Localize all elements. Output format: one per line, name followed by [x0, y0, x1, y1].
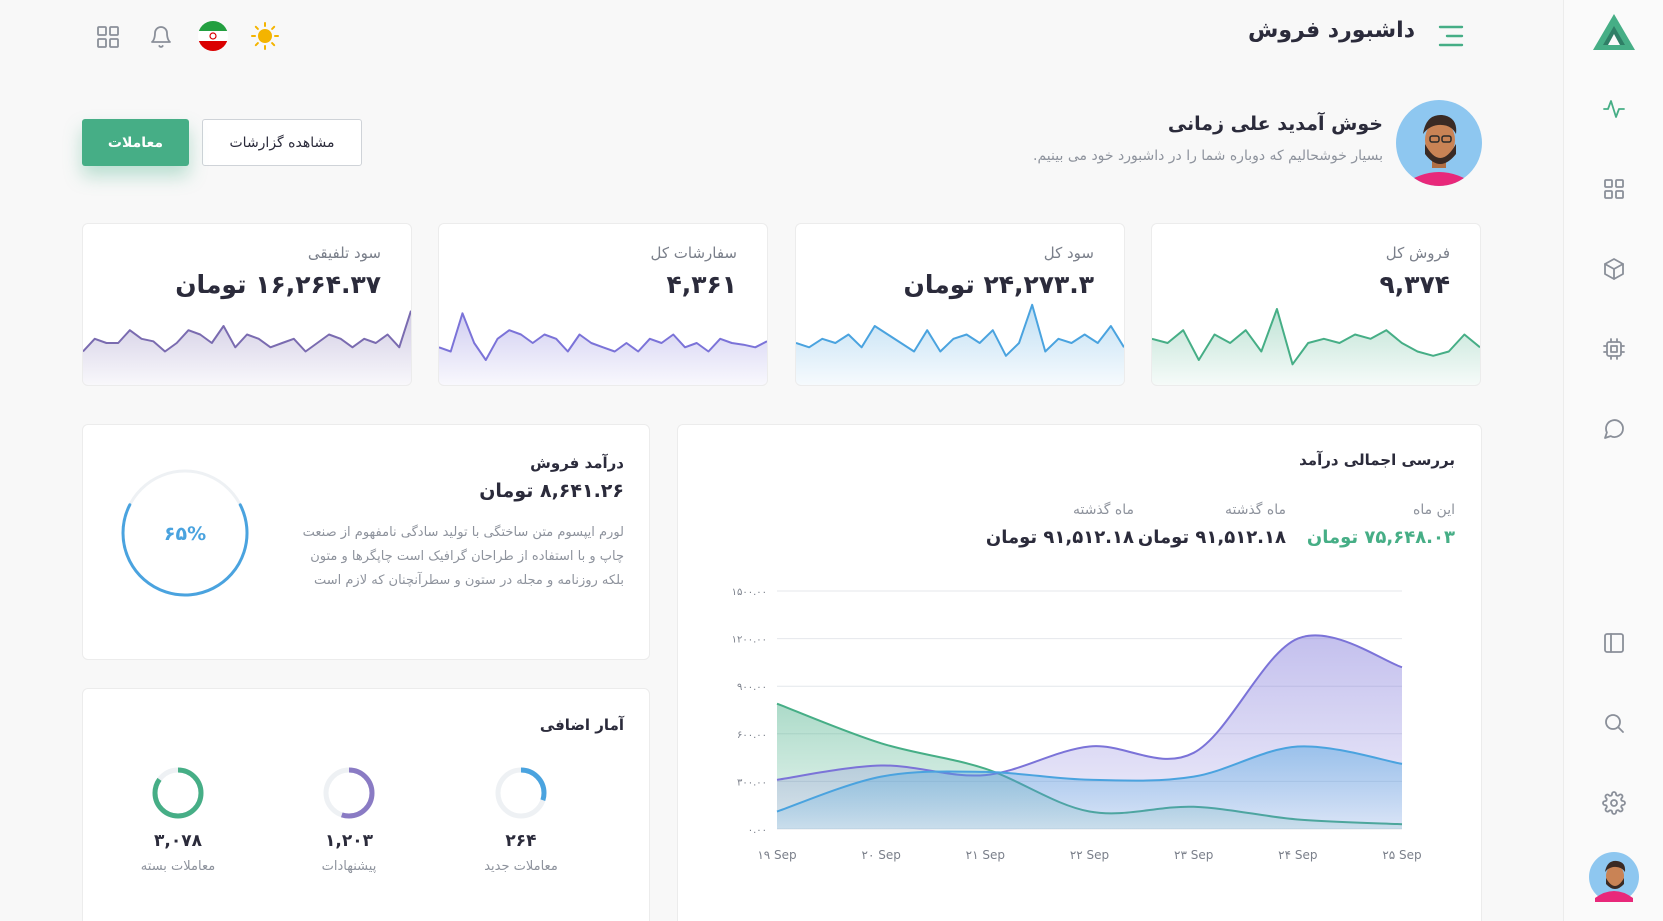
x-tick-label: ۲۵ Sep: [1382, 848, 1421, 862]
extra-stat-closed-deals: ۳,۰۷۸ معاملات بسته: [108, 765, 248, 874]
sidebar: [1563, 0, 1663, 921]
stat-label: سفارشات کل: [650, 244, 738, 262]
stat-card-total-orders: سفارشات کل ۴,۳۶۱: [438, 223, 768, 386]
extra-stat-value: ۱,۲۰۳: [325, 831, 373, 851]
sparkline-area: [796, 304, 1124, 385]
activity-icon[interactable]: [1602, 97, 1626, 121]
sparkline: [796, 303, 1124, 385]
stat-card-consolidated-profit: سود تلفیقی ۱۶,۲۶۴.۳۷ تومان: [82, 223, 412, 386]
y-tick-label: ۳۰۰.۰۰: [737, 777, 767, 788]
y-tick-label: ۱۵۰۰.۰۰: [732, 587, 767, 598]
layout-icon[interactable]: [1602, 631, 1626, 655]
progress-text: ۶۵%: [164, 523, 206, 545]
extra-stat-label: پیشنهادات: [321, 859, 377, 874]
revenue-area-chart: ۰.۰۰ ۳۰۰.۰۰ ۶۰۰.۰۰ ۹۰۰.۰۰ ۱۲۰۰.۰۰ ۱۵۰۰.۰۰ ۱۹ S…: [732, 587, 1422, 862]
search-icon[interactable]: [1602, 711, 1626, 735]
stat-card-total-profit: سود کل ۲۴,۲۷۳.۳ تومان: [795, 223, 1125, 386]
iran-flag-icon[interactable]: [198, 21, 228, 51]
mini-ring: [495, 767, 547, 819]
welcome-subtitle: بسیار خوشحالیم که دوباره شما را در داشبو…: [1033, 148, 1383, 164]
card-title: درآمد فروش: [530, 454, 624, 472]
page-title: داشبورد فروش: [1248, 18, 1415, 43]
extra-stat-offers: ۱,۲۰۳ پیشنهادات: [279, 765, 419, 874]
stat-label: سود تلفیقی: [307, 244, 381, 262]
progress-ring: ۶۵%: [121, 469, 249, 597]
logo-icon[interactable]: [1592, 12, 1636, 52]
chat-icon[interactable]: [1602, 417, 1626, 441]
y-tick-label: ۹۰۰.۰۰: [737, 682, 767, 693]
sales-revenue-card: درآمد فروش ۸,۶۴۱.۲۶ تومان لورم ایپسوم مت…: [82, 424, 650, 660]
extra-stat-new-deals: ۲۶۴ معاملات جدید: [451, 765, 591, 874]
extra-stat-value: ۳,۰۷۸: [154, 831, 202, 851]
sparkline: [83, 310, 411, 385]
sparkline-area: [1152, 309, 1480, 385]
card-title: آمار اضافی: [539, 716, 624, 734]
extra-stat-label: معاملات جدید: [484, 859, 558, 874]
y-tick-label: ۶۰۰.۰۰: [737, 730, 767, 741]
mini-ring: [323, 767, 375, 819]
grid-icon[interactable]: [1602, 177, 1626, 201]
settings-icon[interactable]: [1601, 791, 1626, 815]
x-tick-label: ۲۴ Sep: [1278, 848, 1317, 862]
x-tick-label: ۲۱ Sep: [966, 848, 1005, 862]
x-tick-label: ۲۲ Sep: [1070, 848, 1109, 862]
stat-label: سود کل: [1043, 244, 1094, 262]
sparkline-area: [439, 313, 767, 385]
sales-revenue-value: ۸,۶۴۱.۲۶ تومان: [479, 480, 624, 502]
x-tick-label: ۲۳ Sep: [1174, 848, 1213, 862]
sparkline: [439, 312, 767, 385]
extra-stat-label: معاملات بسته: [140, 859, 216, 874]
menu-icon[interactable]: [1437, 22, 1465, 50]
welcome-heading: خوش آمدید علی زمانی: [1167, 113, 1383, 135]
sparkline: [1152, 308, 1480, 385]
avatar[interactable]: [1588, 852, 1639, 902]
bell-icon[interactable]: [147, 23, 175, 51]
reports-button[interactable]: مشاهده گزارشات: [202, 119, 362, 166]
stat-card-total-sales: فروش کل ۹,۳۷۴: [1151, 223, 1481, 386]
sun-icon[interactable]: [251, 22, 279, 50]
extra-stats-card: آمار اضافی ۲۶۴ معاملات جدید ۱,۲۰۳ پیشنها…: [82, 688, 650, 921]
avatar[interactable]: [1396, 100, 1482, 186]
x-tick-label: ۱۹ Sep: [757, 848, 796, 862]
transactions-button[interactable]: معاملات: [82, 119, 189, 166]
y-tick-label: ۱۲۰۰.۰۰: [732, 635, 767, 646]
sales-revenue-description: لورم ایپسوم متن ساختگی با تولید سادگی نا…: [302, 525, 624, 588]
mini-ring: [152, 767, 204, 819]
stat-label: فروش کل: [1385, 244, 1450, 262]
grid-icon[interactable]: [95, 24, 123, 52]
box-icon[interactable]: [1602, 257, 1626, 281]
revenue-overview-card: بررسی اجمالی درآمد این ماه ۷۵,۶۴۸.۰۳ توم…: [677, 424, 1482, 921]
cpu-icon[interactable]: [1602, 337, 1626, 361]
extra-stat-value: ۲۶۴: [505, 831, 537, 851]
sparkline-area: [83, 310, 411, 385]
x-tick-label: ۲۰ Sep: [862, 848, 901, 862]
y-tick-label: ۰.۰۰: [748, 825, 767, 836]
